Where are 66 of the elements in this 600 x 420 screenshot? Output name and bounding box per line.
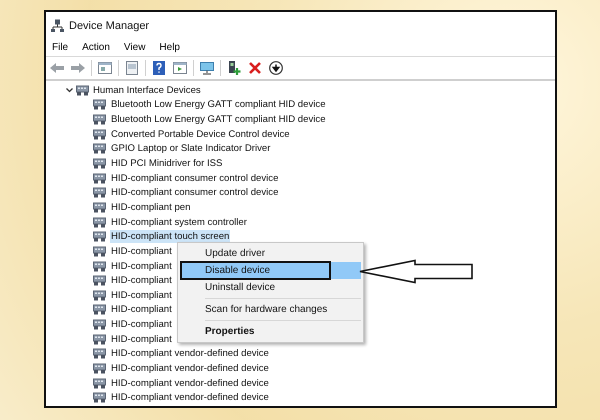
chevron-down-icon[interactable] <box>64 86 74 94</box>
device-icon <box>93 172 106 184</box>
tree-item[interactable]: HID-compliant <box>110 244 173 258</box>
device-icon <box>93 362 106 374</box>
cross-icon[interactable] <box>247 60 263 76</box>
window-title: Device Manager <box>69 20 150 32</box>
device-icon <box>93 319 106 330</box>
tree-item[interactable]: HID-compliant consumer control device <box>110 172 280 185</box>
panel-icon[interactable] <box>97 60 113 76</box>
tree-item[interactable]: GPIO Laptop or Slate Indicator Driver <box>110 142 272 156</box>
device-icon <box>93 348 106 360</box>
device-icon <box>93 143 106 154</box>
tree-item[interactable]: HID-compliant <box>110 318 173 332</box>
device-icon <box>93 202 106 213</box>
device-icon <box>93 187 106 198</box>
monitor-icon[interactable] <box>199 60 215 76</box>
forward-icon[interactable] <box>70 60 86 76</box>
device-icon <box>93 231 106 242</box>
menu-item[interactable]: Uninstall device <box>180 279 361 296</box>
device-icon <box>93 334 106 345</box>
menu-item[interactable]: Update driver <box>180 245 361 262</box>
menu-bar-item[interactable]: View <box>122 42 152 53</box>
tree-item[interactable]: HID-compliant vendor-defined device <box>110 376 270 390</box>
tree-item[interactable]: HID-compliant system controller <box>110 216 248 229</box>
tree-item[interactable]: HID-compliant <box>110 332 173 346</box>
menu-item[interactable]: Properties <box>180 323 361 340</box>
device-icon <box>93 158 106 170</box>
device-icon <box>93 99 106 110</box>
tree-item[interactable]: Bluetooth Low Energy GATT compliant HID device <box>110 113 327 126</box>
device-icon <box>93 378 106 389</box>
tree-item[interactable]: Converted Portable Device Control device <box>110 128 291 141</box>
menu-bar-item[interactable]: Help <box>157 42 186 53</box>
down-arrow-circle-icon[interactable] <box>268 60 284 76</box>
tree-item[interactable]: HID-compliant <box>110 260 173 272</box>
tree-item[interactable]: HID-compliant vendor-defined device <box>110 362 270 375</box>
device-icon <box>76 84 89 96</box>
app-icon <box>51 19 64 32</box>
tree-item[interactable]: HID PCI Minidriver for ISS <box>110 157 224 170</box>
arrow-icon <box>359 259 474 284</box>
tree-item[interactable]: HID-compliant vendor-defined device <box>110 347 270 360</box>
device-icon <box>93 275 106 286</box>
menu-bar-item[interactable]: Action <box>80 42 116 53</box>
device-icon <box>93 114 106 126</box>
device-icon <box>93 392 106 404</box>
tree-item[interactable]: HID-compliant pen <box>110 200 192 214</box>
tree-item[interactable]: Bluetooth Low Energy GATT compliant HID device <box>110 98 327 112</box>
device-icon <box>93 304 106 316</box>
device-icon <box>93 290 106 301</box>
device-icon <box>93 128 106 140</box>
tree-item[interactable]: HID-compliant touch screen <box>110 230 230 244</box>
menu-item[interactable]: Scan for hardware changes <box>180 301 361 318</box>
menu-bar-item[interactable]: File <box>50 42 74 53</box>
tree-item[interactable]: HID-compliant <box>110 303 173 316</box>
page-icon[interactable] <box>124 60 140 76</box>
device-icon <box>93 260 106 272</box>
device-icon <box>93 216 106 228</box>
help-icon[interactable] <box>151 60 167 76</box>
tree-item[interactable]: HID-compliant consumer control device <box>110 186 280 200</box>
tree-item[interactable]: HID-compliant <box>110 274 173 288</box>
panel-play-icon[interactable] <box>172 60 188 76</box>
tree-item[interactable]: HID-compliant vendor-defined device <box>110 391 270 404</box>
device-plus-icon[interactable] <box>226 60 242 76</box>
back-icon[interactable] <box>49 60 65 76</box>
tree-item[interactable]: Human Interface Devices <box>92 84 202 97</box>
device-icon <box>93 246 106 257</box>
tree-item[interactable]: HID-compliant <box>110 288 173 302</box>
